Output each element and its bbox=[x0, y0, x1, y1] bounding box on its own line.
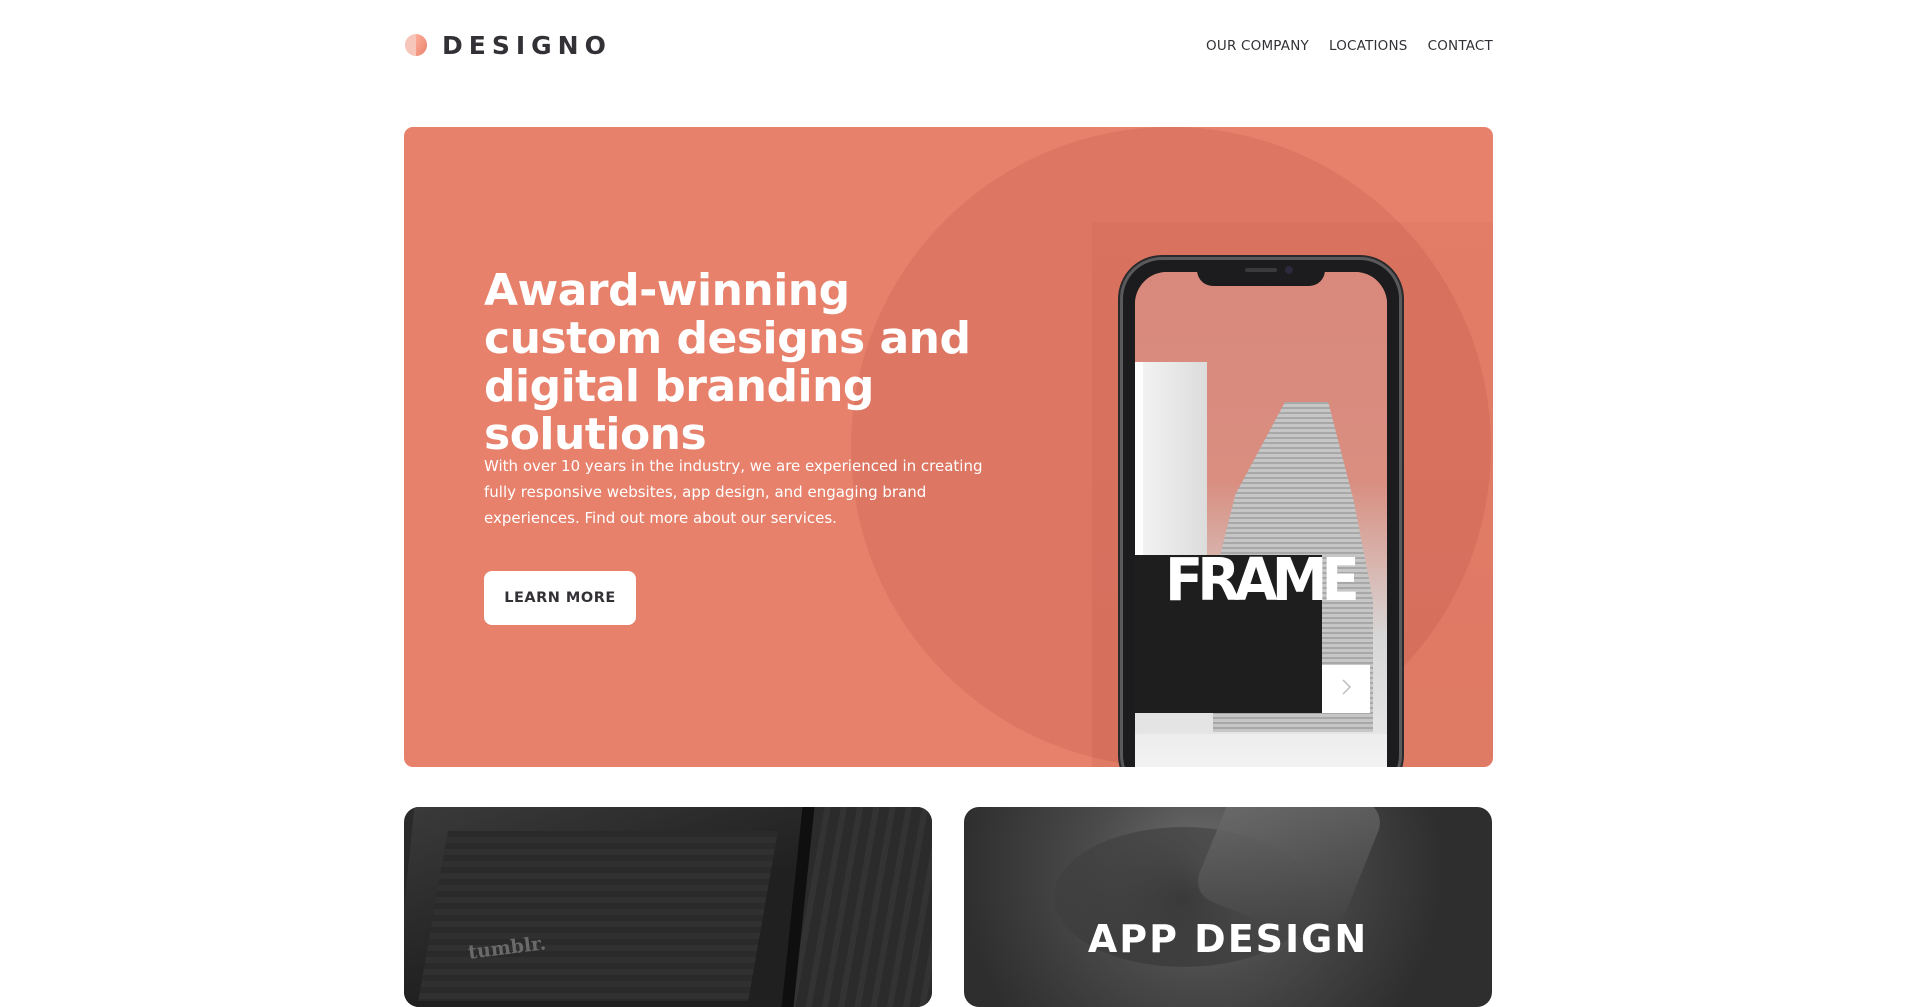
learn-more-button[interactable]: LEARN MORE bbox=[484, 571, 636, 625]
nav-item-locations[interactable]: LOCATIONS bbox=[1329, 38, 1408, 54]
main-nav: OUR COMPANY LOCATIONS CONTACT bbox=[1206, 38, 1493, 54]
screen-next-button[interactable] bbox=[1322, 665, 1370, 713]
logo-wordmark: DESIGNO bbox=[442, 30, 612, 60]
phone-mockup: FRAME bbox=[1120, 257, 1402, 767]
nav-item-our-company[interactable]: OUR COMPANY bbox=[1206, 38, 1309, 54]
site-header: DESIGNO OUR COMPANY LOCATIONS CONTACT bbox=[404, 0, 1493, 90]
app-design-card[interactable]: APP DESIGN bbox=[964, 807, 1492, 1007]
screen-shelf bbox=[1135, 734, 1387, 767]
screen-frame-wordmark: FRAME bbox=[1165, 546, 1360, 615]
phone-camera bbox=[1285, 266, 1293, 274]
app-design-card-title: APP DESIGN bbox=[1087, 917, 1369, 961]
phone-notch bbox=[1197, 260, 1325, 286]
phone-speaker bbox=[1245, 268, 1277, 272]
screen-picture-frame bbox=[1135, 362, 1207, 572]
hero-description: With over 10 years in the industry, we a… bbox=[484, 457, 983, 527]
phone-screen: FRAME bbox=[1135, 272, 1387, 767]
card-laptop-image bbox=[404, 807, 815, 1007]
logo[interactable]: DESIGNO bbox=[404, 30, 612, 60]
web-design-card[interactable]: tumblr. bbox=[404, 807, 932, 1007]
hero-section: Award-winning custom designs and digital… bbox=[404, 127, 1493, 767]
card-laptop-screen bbox=[418, 831, 778, 1001]
half-circle-icon bbox=[404, 33, 428, 57]
hero-title: Award-winning custom designs and digital… bbox=[484, 265, 971, 460]
nav-item-contact[interactable]: CONTACT bbox=[1428, 38, 1493, 54]
chevron-right-icon bbox=[1340, 678, 1352, 700]
